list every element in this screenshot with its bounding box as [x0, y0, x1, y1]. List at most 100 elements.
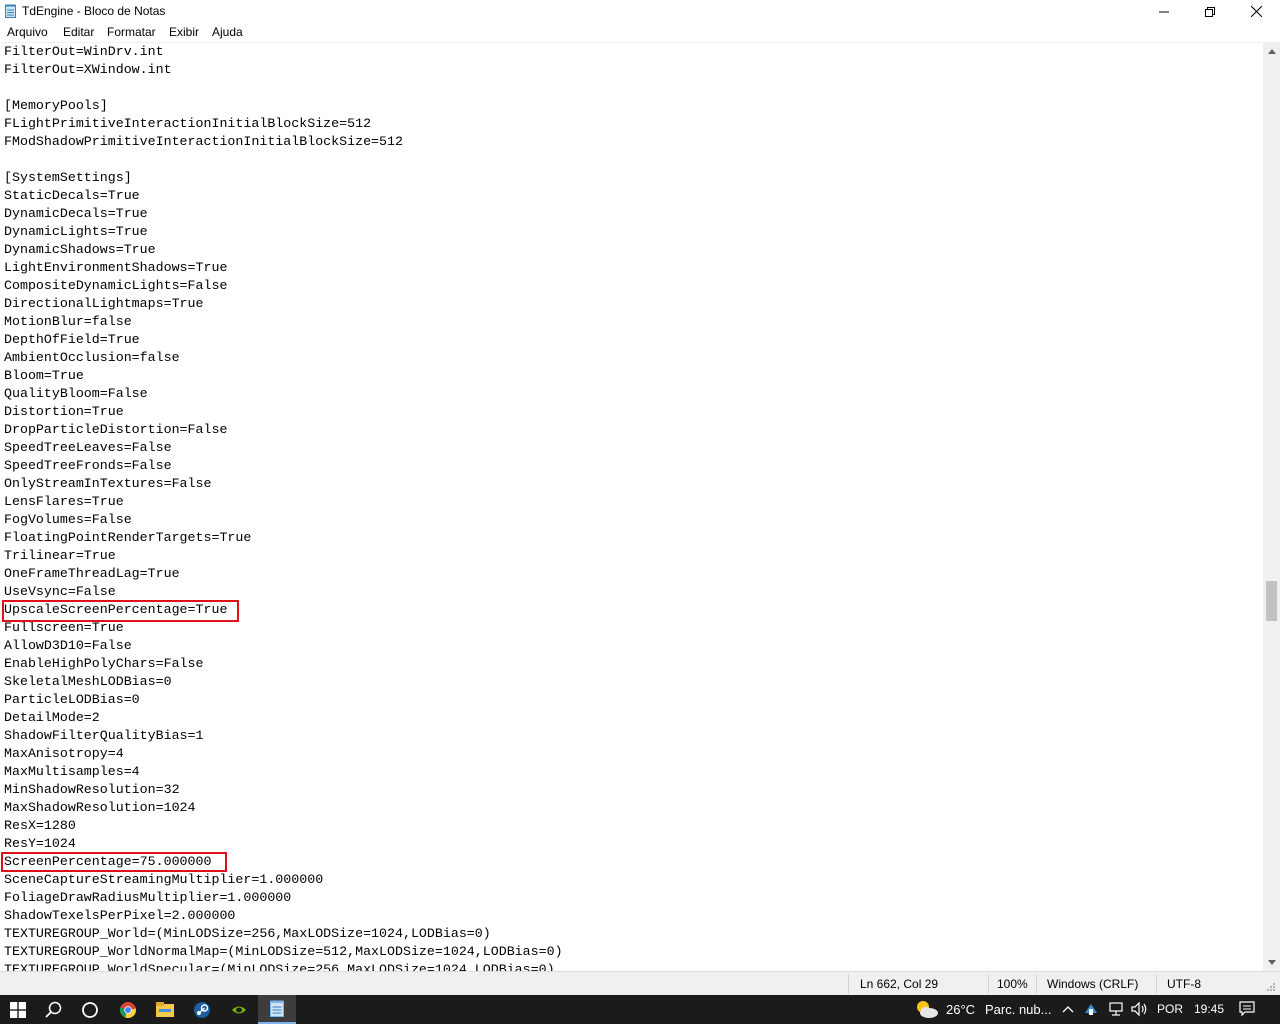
text-line: SpeedTreeLeaves=False	[4, 440, 172, 455]
text-line: OneFrameThreadLag=True	[4, 566, 180, 581]
text-line: ResY=1024	[4, 836, 76, 851]
text-line: TEXTUREGROUP_World=(MinLODSize=256,MaxLO…	[4, 926, 491, 941]
menu-ajuda[interactable]: Ajuda	[212, 25, 243, 39]
steam-tray-icon[interactable]	[1083, 1001, 1099, 1017]
windows-start-icon[interactable]	[0, 995, 36, 1024]
text-line: DropParticleDistortion=False	[4, 422, 228, 437]
nvidia-icon[interactable]	[221, 995, 257, 1024]
text-line: FogVolumes=False	[4, 512, 132, 527]
task-view-icon[interactable]	[72, 995, 108, 1024]
text-line: UseVsync=False	[4, 584, 116, 599]
text-line: FoliageDrawRadiusMultiplier=1.000000	[4, 890, 292, 905]
close-button[interactable]	[1233, 0, 1279, 23]
text-line: QualityBloom=False	[4, 386, 148, 401]
text-line: DynamicDecals=True	[4, 206, 148, 221]
status-separator	[1036, 974, 1037, 994]
weather-partly-cloudy-icon[interactable]	[914, 999, 940, 1019]
text-line: Distortion=True	[4, 404, 124, 419]
menu-editar[interactable]: Editar	[63, 25, 94, 39]
text-line: DynamicLights=True	[4, 224, 148, 239]
text-line: MinShadowResolution=32	[4, 782, 180, 797]
close-icon	[1250, 6, 1262, 17]
text-line: DepthOfField=True	[4, 332, 140, 347]
status-separator	[848, 974, 849, 994]
chrome-icon[interactable]	[110, 995, 146, 1024]
editor-lines: FilterOut=WinDrv.int FilterOut=XWindow.in…	[4, 43, 563, 971]
restore-button[interactable]	[1187, 0, 1233, 23]
text-line: FilterOut=WinDrv.int	[4, 44, 164, 59]
text-line: MaxShadowResolution=1024	[4, 800, 196, 815]
text-line: AllowD3D10=False	[4, 638, 132, 653]
clock-time[interactable]: 19:45	[1194, 1002, 1224, 1016]
search-icon[interactable]	[36, 995, 72, 1024]
chevron-up-icon[interactable]	[1062, 1005, 1074, 1013]
notification-icon[interactable]	[1239, 1001, 1255, 1017]
menu-bar: Arquivo Editar Formatar Exibir Ajuda	[0, 23, 1280, 43]
scrollbar-thumb[interactable]	[1266, 581, 1277, 621]
file-explorer-icon[interactable]	[147, 995, 183, 1024]
weather-temperature[interactable]: 26°C	[946, 1002, 975, 1017]
text-line: MaxAnisotropy=4	[4, 746, 124, 761]
window-title: TdEngine - Bloco de Notas	[22, 4, 166, 18]
taskbar: 26°C Parc. nub... POR 19:45	[0, 995, 1280, 1024]
weather-description[interactable]: Parc. nub...	[985, 1002, 1051, 1017]
text-line: SpeedTreeFronds=False	[4, 458, 172, 473]
text-line: FloatingPointRenderTargets=True	[4, 530, 252, 545]
text-line: ResX=1280	[4, 818, 76, 833]
resize-grip-icon[interactable]	[1266, 982, 1276, 992]
text-line: [SystemSettings]	[4, 170, 132, 185]
highlight-upscale-screen-percentage	[2, 600, 239, 622]
text-line: FModShadowPrimitiveInteractionInitialBlo…	[4, 134, 403, 149]
text-line: StaticDecals=True	[4, 188, 140, 203]
text-line: FilterOut=XWindow.int	[4, 62, 172, 77]
vertical-scrollbar[interactable]	[1263, 43, 1280, 971]
status-encoding: UTF-8	[1167, 977, 1201, 991]
scroll-down-arrow-icon[interactable]	[1263, 954, 1280, 971]
steam-icon[interactable]	[184, 995, 220, 1024]
text-line	[4, 151, 563, 169]
text-line: EnableHighPolyChars=False	[4, 656, 204, 671]
menu-arquivo[interactable]: Arquivo	[7, 25, 48, 39]
scroll-up-arrow-icon[interactable]	[1263, 43, 1280, 60]
text-line: Trilinear=True	[4, 548, 116, 563]
text-line: MaxMultisamples=4	[4, 764, 140, 779]
language-indicator[interactable]: POR	[1157, 1002, 1183, 1016]
text-line: TEXTUREGROUP_WorldSpecular=(MinLODSize=2…	[4, 962, 555, 971]
text-line: LensFlares=True	[4, 494, 124, 509]
text-line: FLightPrimitiveInteractionInitialBlockSi…	[4, 116, 372, 131]
menu-formatar[interactable]: Formatar	[107, 25, 156, 39]
text-line: OnlyStreamInTextures=False	[4, 476, 212, 491]
text-line: ParticleLODBias=0	[4, 692, 140, 707]
status-zoom: 100%	[997, 977, 1028, 991]
status-position: Ln 662, Col 29	[860, 977, 939, 991]
text-line: ShadowTexelsPerPixel=2.000000	[4, 908, 236, 923]
text-line: CompositeDynamicLights=False	[4, 278, 228, 293]
text-line: LightEnvironmentShadows=True	[4, 260, 228, 275]
text-line	[4, 79, 563, 97]
text-line: Bloom=True	[4, 368, 84, 383]
restore-icon	[1205, 6, 1215, 17]
text-editor[interactable]: FilterOut=WinDrv.int FilterOut=XWindow.in…	[0, 43, 1263, 971]
notepad-taskbar-icon[interactable]	[258, 995, 296, 1024]
network-icon[interactable]	[1108, 1001, 1124, 1017]
minimize-icon	[1159, 11, 1169, 12]
status-bar: Ln 662, Col 29 100% Windows (CRLF) UTF-8	[0, 971, 1280, 996]
text-line: MotionBlur=false	[4, 314, 132, 329]
status-line-endings: Windows (CRLF)	[1047, 977, 1139, 991]
text-line: DirectionalLightmaps=True	[4, 296, 204, 311]
highlight-screen-percentage	[1, 852, 227, 872]
text-line: AmbientOcclusion=false	[4, 350, 180, 365]
volume-icon[interactable]	[1131, 1001, 1149, 1017]
text-line: DetailMode=2	[4, 710, 100, 725]
text-line: ShadowFilterQualityBias=1	[4, 728, 204, 743]
status-separator	[1156, 974, 1157, 994]
title-bar: TdEngine - Bloco de Notas	[0, 0, 1280, 23]
minimize-button[interactable]	[1141, 0, 1187, 23]
text-line: SceneCaptureStreamingMultiplier=1.000000	[4, 872, 324, 887]
status-separator	[988, 974, 989, 994]
text-line: SkeletalMeshLODBias=0	[4, 674, 172, 689]
notepad-app-icon	[5, 4, 16, 18]
text-line: TEXTUREGROUP_WorldNormalMap=(MinLODSize=…	[4, 944, 563, 959]
menu-exibir[interactable]: Exibir	[169, 25, 199, 39]
text-line: DynamicShadows=True	[4, 242, 156, 257]
